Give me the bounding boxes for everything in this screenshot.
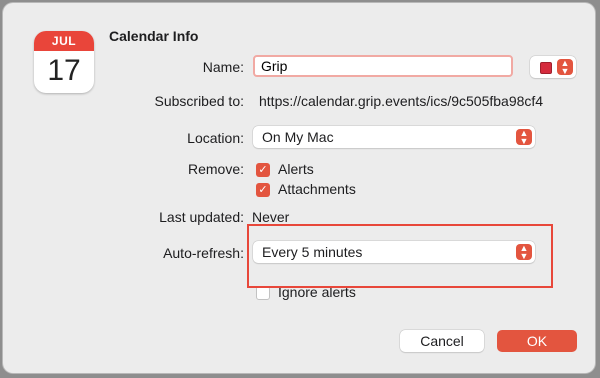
last-updated-label: Last updated: [159,209,244,225]
last-updated-value: Never [252,209,290,225]
attachments-label: Attachments [278,181,356,197]
attachments-checkbox[interactable]: ✓ [256,183,270,197]
alerts-checkbox[interactable]: ✓ [256,163,270,177]
name-label: Name: [202,59,244,75]
color-swatch [540,62,552,74]
location-value: On My Mac [262,129,334,145]
alerts-label: Alerts [278,161,314,177]
location-popup[interactable]: On My Mac ▲ ▼ [253,126,535,148]
name-field[interactable] [253,55,513,77]
chevron-updown-icon: ▲ ▼ [516,129,532,146]
location-label: Location: [187,130,244,146]
calendar-icon-month: JUL [34,31,94,51]
subscribed-label: Subscribed to: [154,93,245,109]
auto-refresh-label: Auto-refresh: [163,245,244,261]
color-picker[interactable]: ▲ ▼ [530,56,576,78]
cancel-button[interactable]: Cancel [400,330,484,352]
ignore-alerts-checkbox[interactable] [256,286,270,300]
ok-button[interactable]: OK [497,330,577,352]
subscribed-url[interactable]: https://calendar.grip.events/ics/9c505fb… [259,93,577,109]
dialog-title: Calendar Info [109,28,199,44]
chevron-updown-icon: ▲ ▼ [557,59,573,76]
remove-label: Remove: [187,161,244,177]
calendar-info-dialog: JUL 17 Calendar Info Name: ▲▼ Subscribed… [3,3,595,373]
highlight-box [247,224,553,288]
